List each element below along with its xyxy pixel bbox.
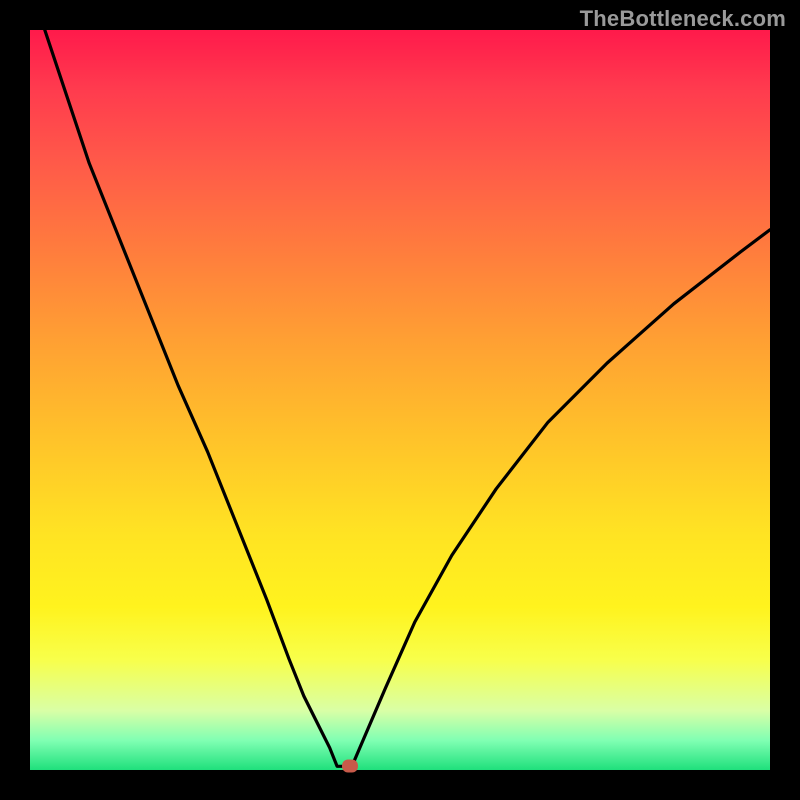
chart-container: TheBottleneck.com bbox=[0, 0, 800, 800]
watermark-text: TheBottleneck.com bbox=[580, 6, 786, 32]
plot-gradient-background bbox=[30, 30, 770, 770]
minimum-marker bbox=[342, 759, 358, 772]
